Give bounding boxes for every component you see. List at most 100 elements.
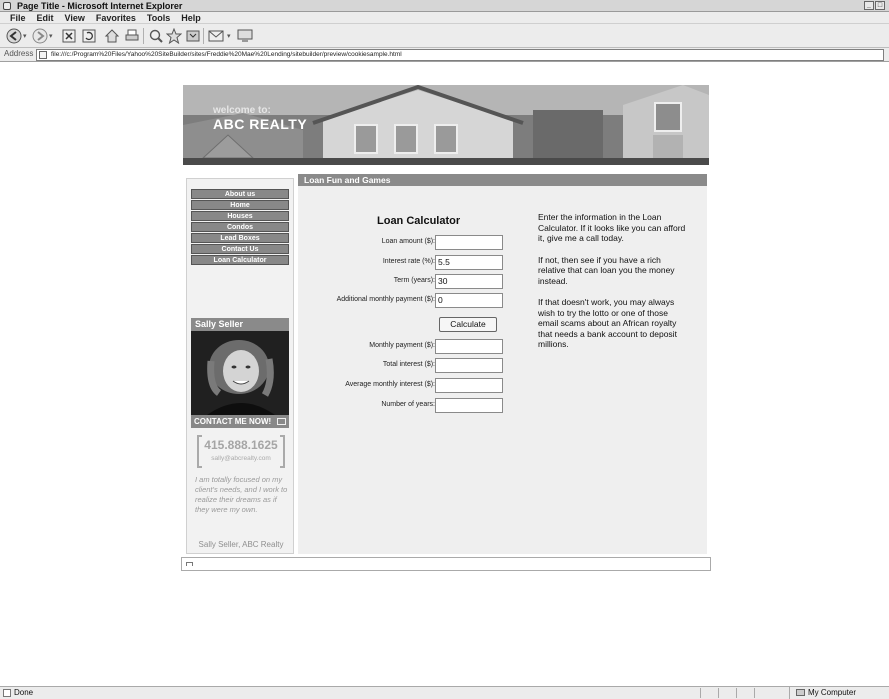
page-icon: [39, 51, 47, 59]
forward-arrow-icon: [32, 28, 48, 44]
window-controls: _ □: [864, 1, 885, 10]
forward-button[interactable]: [32, 27, 48, 45]
security-zone: My Computer: [789, 687, 881, 699]
computer-icon: [796, 689, 805, 696]
interest-rate-row: Interest rate (%): 5.5: [298, 255, 508, 272]
brand-name: ABC REALTY: [213, 116, 308, 132]
banner-strip: [183, 158, 709, 165]
agent-quote: I am totally focused on my client's need…: [195, 475, 288, 514]
address-input[interactable]: file:///c:/Program%20Files/Yahoo%20SiteB…: [36, 49, 884, 61]
average-interest-output[interactable]: [435, 378, 503, 393]
print-button[interactable]: [124, 27, 140, 45]
window-title: Page Title - Microsoft Internet Explorer: [17, 1, 183, 11]
menu-edit[interactable]: Edit: [37, 12, 54, 23]
sidebar: About us Home Houses Condos Lead Boxes C…: [186, 178, 294, 554]
stop-icon: [62, 29, 76, 43]
additional-payment-input[interactable]: 0: [435, 293, 503, 308]
stop-button[interactable]: [62, 27, 76, 45]
maximize-button[interactable]: □: [875, 1, 885, 10]
number-of-years-row: Number of years:: [298, 398, 508, 415]
envelope-icon: [277, 418, 286, 425]
placeholder-icon: [186, 562, 193, 566]
zone-label: My Computer: [808, 688, 857, 697]
agent-email[interactable]: sally@abcrealty.com: [197, 455, 285, 462]
favorites-button[interactable]: [166, 27, 182, 45]
address-bar: Address file:///c:/Program%20Files/Yahoo…: [0, 48, 889, 62]
agent-photo: [191, 331, 289, 415]
printer-icon: [125, 29, 139, 41]
status-panels: [700, 688, 772, 698]
menu-favorites[interactable]: Favorites: [96, 12, 136, 23]
section-title: Loan Fun and Games: [298, 174, 707, 186]
loan-amount-label: Loan amount ($):: [381, 238, 435, 245]
number-of-years-label: Number of years:: [381, 401, 435, 408]
nav-condos[interactable]: Condos: [191, 222, 289, 232]
menu-help[interactable]: Help: [181, 12, 201, 23]
term-label: Term (years):: [393, 277, 435, 284]
agent-phone: 415.888.1625: [204, 438, 278, 452]
forward-dropdown-icon[interactable]: ▾: [49, 27, 53, 45]
nav-lead-boxes[interactable]: Lead Boxes: [191, 233, 289, 243]
mail-icon: [208, 30, 224, 42]
search-button[interactable]: [148, 27, 164, 45]
nav-home[interactable]: Home: [191, 200, 289, 210]
refresh-icon: [82, 29, 96, 43]
media-button[interactable]: [185, 27, 201, 45]
calculator-title: Loan Calculator: [377, 215, 461, 227]
home-icon: [104, 29, 120, 43]
back-button[interactable]: [6, 27, 22, 45]
nav-loan-calculator[interactable]: Loan Calculator: [191, 255, 289, 265]
ie-icon: [3, 2, 11, 10]
info-text: Enter the information in the Loan Calcul…: [538, 212, 688, 361]
phone-box: 415.888.1625 sally@abcrealty.com: [197, 435, 285, 468]
mail-dropdown-icon[interactable]: ▾: [227, 27, 231, 45]
messenger-icon: [237, 29, 253, 42]
site-banner: welcome to: ABC REALTY: [183, 85, 709, 165]
address-label: Address: [4, 49, 34, 58]
additional-payment-row: Additional monthly payment ($): 0: [298, 293, 508, 310]
messenger-button[interactable]: [236, 27, 254, 45]
menu-bar: File Edit View Favorites Tools Help: [0, 12, 889, 24]
number-of-years-output[interactable]: [435, 398, 503, 413]
total-interest-row: Total interest ($):: [298, 358, 508, 375]
nav-contact-us[interactable]: Contact Us: [191, 244, 289, 254]
back-dropdown-icon[interactable]: ▾: [23, 27, 27, 45]
menu-view[interactable]: View: [65, 12, 85, 23]
monthly-payment-output[interactable]: [435, 339, 503, 354]
media-icon: [186, 30, 200, 42]
info-paragraph: Enter the information in the Loan Calcul…: [538, 212, 686, 243]
interest-rate-label: Interest rate (%):: [382, 258, 435, 265]
info-paragraph: If that doesn't work, you may always wis…: [538, 297, 677, 349]
monthly-payment-label: Monthly payment ($):: [369, 342, 435, 349]
total-interest-label: Total interest ($):: [382, 361, 435, 368]
home-button[interactable]: [104, 27, 120, 45]
mail-button[interactable]: [208, 27, 226, 45]
menu-tools[interactable]: Tools: [147, 12, 170, 23]
title-bar: Page Title - Microsoft Internet Explorer…: [0, 0, 889, 12]
search-icon: [149, 29, 163, 43]
nav-about-us[interactable]: About us: [191, 189, 289, 199]
status-text: Done: [14, 688, 34, 697]
term-input[interactable]: 30: [435, 274, 503, 289]
main-content: Loan Fun and Games Loan Calculator Loan …: [298, 174, 707, 554]
additional-payment-label: Additional monthly payment ($):: [336, 296, 435, 303]
interest-rate-input[interactable]: 5.5: [435, 255, 503, 270]
footer-placeholder: [181, 557, 711, 571]
minimize-button[interactable]: _: [864, 1, 874, 10]
loan-amount-input[interactable]: [435, 235, 503, 250]
address-url: file:///c:/Program%20Files/Yahoo%20SiteB…: [51, 51, 402, 58]
total-interest-output[interactable]: [435, 358, 503, 373]
average-interest-label: Average monthly interest ($):: [345, 381, 435, 388]
nav-houses[interactable]: Houses: [191, 211, 289, 221]
welcome-text: welcome to:: [213, 105, 271, 116]
contact-me-button[interactable]: CONTACT ME NOW!: [191, 415, 289, 428]
average-interest-row: Average monthly interest ($):: [298, 378, 508, 395]
term-row: Term (years): 30: [298, 274, 508, 291]
status-bar: Done My Computer: [0, 686, 889, 699]
calculate-button[interactable]: Calculate: [439, 317, 497, 332]
menu-file[interactable]: File: [10, 12, 26, 23]
loan-amount-row: Loan amount ($):: [298, 235, 508, 252]
toolbar: ▾ ▾ ▾: [0, 24, 889, 48]
agent-signature: Sally Seller, ABC Realty: [198, 540, 284, 549]
refresh-button[interactable]: [82, 27, 96, 45]
